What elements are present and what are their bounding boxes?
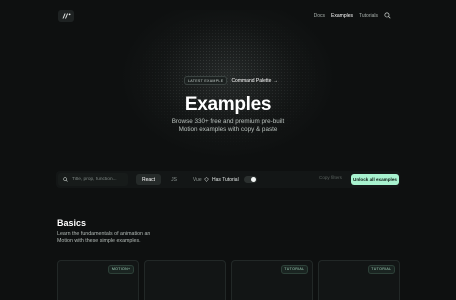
section-description-line-1: Learn the fundamentals of animation an — [57, 231, 151, 237]
section-title: Basics — [57, 218, 87, 228]
has-tutorial-filter[interactable]: Has Tutorial — [204, 174, 257, 185]
nav-link-examples[interactable]: Examples — [331, 13, 353, 19]
top-nav: Docs Examples Tutorials — [314, 12, 391, 19]
subtitle-line-2: Motion examples with copy & paste — [178, 126, 278, 133]
card-tag: TUTORIAL — [367, 265, 395, 274]
nav-link-docs[interactable]: Docs — [314, 13, 325, 19]
nav-link-tutorials[interactable]: Tutorials — [359, 13, 378, 19]
example-card[interactable]: MOTION+ — [57, 260, 139, 300]
section-description: Learn the fundamentals of animation an M… — [57, 231, 177, 245]
latest-example-badge: LATEST EXAMPLE — [184, 75, 228, 86]
card-tag: TUTORIAL — [280, 265, 308, 274]
unlock-all-examples-button[interactable]: Unlock all examples — [351, 174, 399, 185]
search-icon — [63, 177, 68, 182]
filter-bar: React JS Vue Has Tutorial Copy filters U… — [56, 171, 400, 188]
copy-filters-button[interactable]: Copy filters — [319, 175, 342, 180]
logo-mark-icon — [62, 13, 70, 19]
framework-tab-react[interactable]: React — [136, 174, 162, 185]
page-title: Examples — [184, 94, 272, 115]
framework-tab-js[interactable]: JS — [165, 174, 183, 185]
page-subtitle: Browse 330+ free and premium pre-built M… — [0, 118, 456, 134]
subtitle-line-1: Browse 330+ free and premium pre-built — [171, 118, 285, 125]
framework-switcher: React JS Vue — [136, 174, 208, 185]
search-field[interactable] — [58, 173, 128, 186]
diamond-icon — [204, 177, 209, 182]
has-tutorial-toggle[interactable] — [243, 176, 257, 183]
latest-example-row[interactable]: LATEST EXAMPLE Command Palette → — [184, 75, 278, 86]
example-card[interactable] — [144, 260, 226, 300]
example-card[interactable]: TUTORIAL — [318, 260, 400, 300]
motion-logo-icon[interactable] — [58, 10, 74, 22]
has-tutorial-label: Has Tutorial — [212, 176, 239, 183]
toggle-knob — [250, 177, 256, 182]
hero-glow — [118, 10, 338, 160]
example-card[interactable]: TUTORIAL — [231, 260, 313, 300]
card-tag: MOTION+ — [108, 265, 134, 274]
latest-example-link[interactable]: Command Palette → — [231, 78, 277, 84]
search-icon[interactable] — [384, 12, 391, 19]
section-description-line-2: Motion with these simple examples. — [57, 238, 141, 244]
search-input[interactable] — [72, 177, 128, 182]
